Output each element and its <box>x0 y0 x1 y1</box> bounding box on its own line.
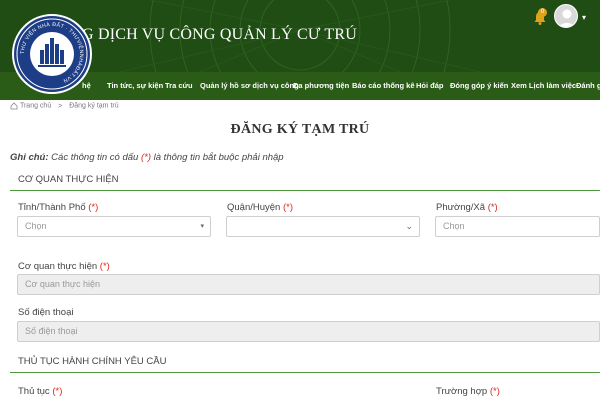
section-procedure: THỦ TỤC HÀNH CHÍNH YÊU CẦU <box>10 356 600 373</box>
page-title: ĐĂNG KÝ TẠM TRÚ <box>230 122 370 137</box>
section-agency-title: CƠ QUAN THỰC HIỆN <box>18 174 119 185</box>
chevron-down-icon: ▾ <box>200 223 204 230</box>
user-avatar[interactable] <box>554 4 578 28</box>
procedure-label: Thủ tục (*) <box>18 386 63 397</box>
province-select[interactable]: Chọn ▾ <box>17 216 211 237</box>
phone-input[interactable]: Số điện thoại <box>17 321 600 342</box>
section-procedure-title: THỦ TỤC HÀNH CHÍNH YÊU CẦU <box>18 356 167 367</box>
case-label: Trường hợp (*) <box>436 386 500 397</box>
nav-item-statistics[interactable]: Báo cáo thống kê <box>352 72 415 100</box>
agency-input[interactable]: Cơ quan thực hiện <box>17 274 600 295</box>
ward-select[interactable]: Chọn <box>435 216 600 237</box>
logo-emblem-icon: THƯ VIỆN NHÀ ĐẤT · THƯVIỆNNHÀĐẤT.VN <box>16 18 88 90</box>
nav-item-multimedia[interactable]: Đa phương tiện <box>293 72 349 100</box>
district-select[interactable]: ⌄ <box>226 216 420 237</box>
nav-item-manage-records[interactable]: Quản lý hồ sơ dịch vụ công <box>200 72 299 100</box>
nav-item-faq[interactable]: Hỏi đáp <box>416 72 444 100</box>
site-title: G DỊCH VỤ CÔNG QUẢN LÝ CƯ TRÚ <box>82 26 357 43</box>
thu-vien-nha-dat-logo: THƯ VIỆN NHÀ ĐẤT · THƯVIỆNNHÀĐẤT.VN <box>12 14 92 94</box>
nav-item-rating[interactable]: Đánh gi <box>576 72 600 100</box>
main-nav: hệ Tin tức, sự kiện Tra cứu Quản lý hồ s… <box>0 72 600 100</box>
note-text-before: Các thông tin có dấu <box>51 152 139 163</box>
home-icon[interactable] <box>10 102 18 110</box>
agency-label: Cơ quan thực hiện (*) <box>18 261 110 272</box>
note-text-after: là thông tin bắt buộc phải nhập <box>153 152 284 163</box>
ward-label: Phường/Xã (*) <box>436 202 498 213</box>
user-menu-chevron-icon[interactable]: ▾ <box>582 13 586 22</box>
notification-badge: 0 <box>538 8 547 17</box>
phone-label: Số điện thoại <box>18 307 74 318</box>
note-required-mark: (*) <box>140 152 151 163</box>
breadcrumb-home[interactable]: Trang chủ <box>20 103 51 110</box>
province-label: Tỉnh/Thành Phố (*) <box>18 202 99 213</box>
nav-item-lookup[interactable]: Tra cứu <box>165 72 193 100</box>
section-agency: CƠ QUAN THỰC HIỆN <box>10 174 600 191</box>
note-label: Ghi chú: <box>10 152 49 163</box>
nav-item-schedule[interactable]: Xem Lịch làm việc <box>511 72 576 100</box>
breadcrumb-separator: > <box>58 102 63 110</box>
breadcrumb-current: Đăng ký tạm trú <box>69 102 119 110</box>
district-label: Quận/Huyện (*) <box>227 202 294 213</box>
chevron-down-icon: ⌄ <box>405 221 413 231</box>
nav-item-feedback[interactable]: Đóng góp ý kiến <box>450 72 508 100</box>
breadcrumb: Trang chủ > Đăng ký tạm trú <box>10 102 119 114</box>
nav-item-news[interactable]: Tin tức, sự kiện <box>107 72 163 100</box>
required-note: Ghi chú: Các thông tin có dấu (*) là thô… <box>10 152 284 163</box>
